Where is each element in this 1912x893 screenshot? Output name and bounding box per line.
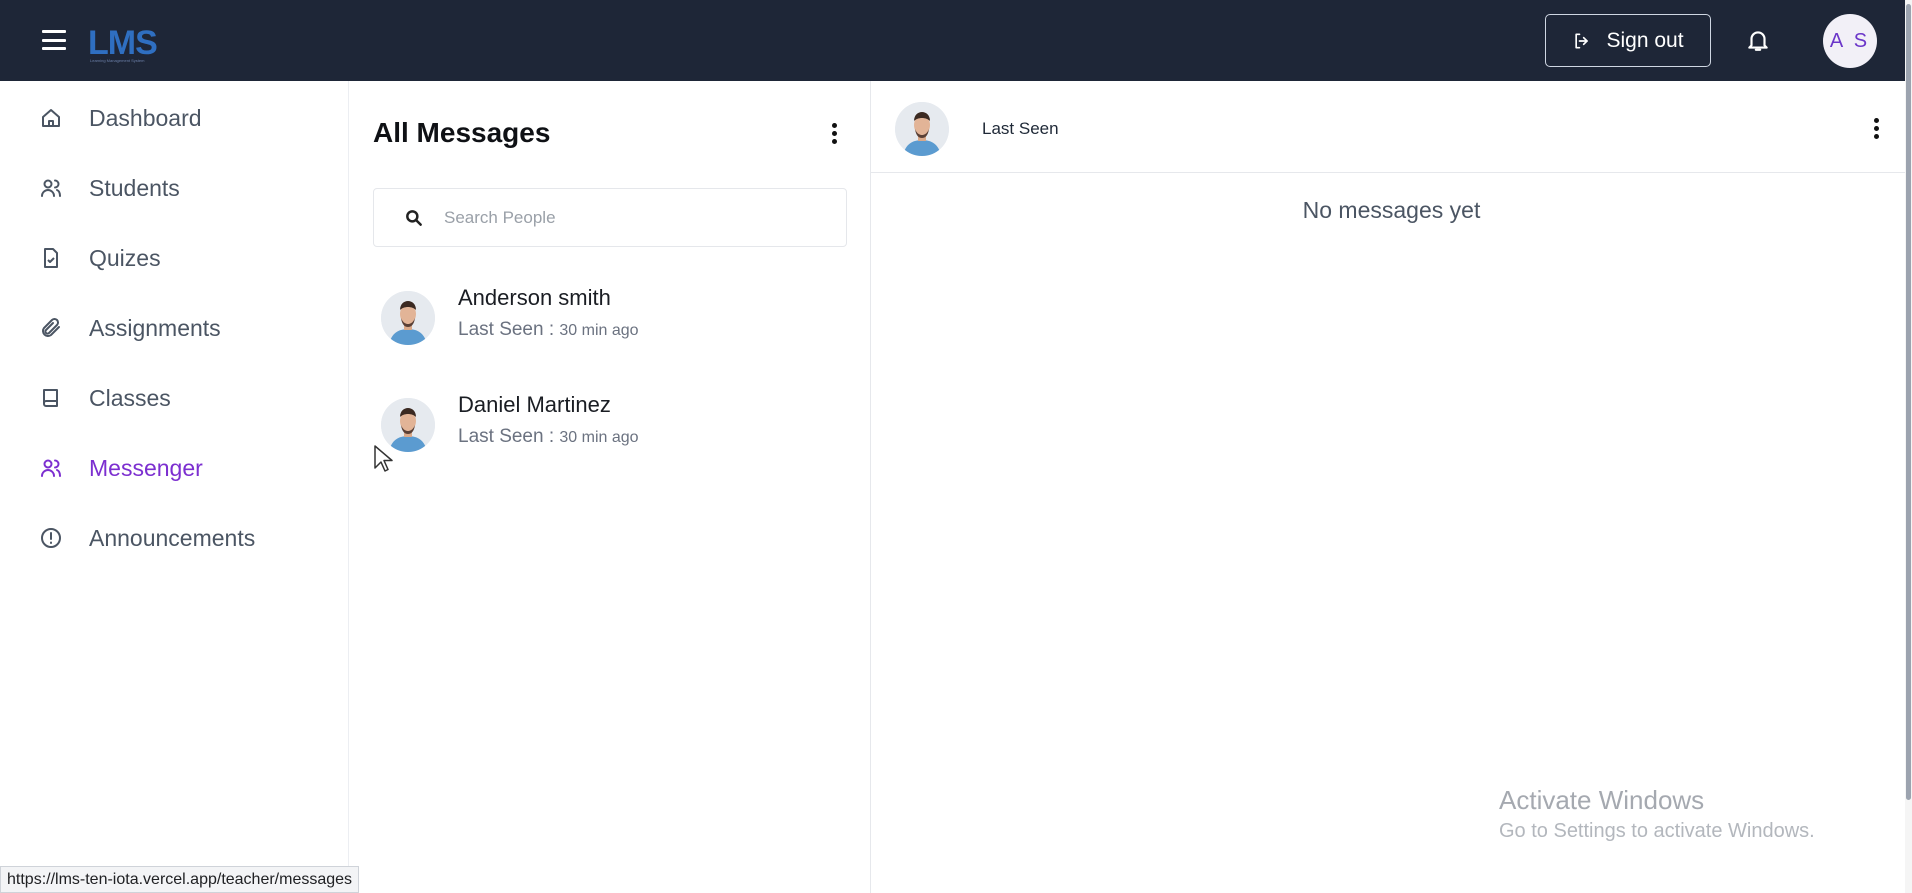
last-seen-time: 30 min ago (559, 322, 639, 339)
sign-out-button[interactable]: Sign out (1545, 14, 1711, 67)
lms-logo[interactable]: LMS Learning Management System (88, 18, 158, 63)
user-initials: A S (1829, 29, 1871, 52)
search-icon (406, 210, 422, 226)
sign-out-icon (1575, 33, 1589, 49)
contact-last-seen: Last Seen : 30 min ago (458, 319, 639, 341)
link-status-url: https://lms-ten-iota.vercel.app/teacher/… (0, 866, 360, 893)
contact-name: Anderson smith (458, 285, 611, 310)
last-seen-time: 30 min ago (559, 429, 639, 446)
chat-last-seen: Last Seen (982, 119, 1059, 138)
empty-state-text: No messages yet (1302, 197, 1481, 223)
sidebar-item-dashboard[interactable]: Dashboard (0, 93, 349, 143)
scrollbar-thumb[interactable] (1906, 4, 1911, 800)
chat-panel: Last Seen No messages yet (871, 81, 1912, 893)
sidebar-item-messenger[interactable]: Messenger (0, 443, 349, 493)
chat-contact-avatar[interactable] (895, 102, 949, 156)
sign-out-label: Sign out (1606, 28, 1684, 52)
sidebar-item-label: Students (89, 174, 180, 201)
sidebar: Dashboard Students Quizes Assignments Cl… (0, 81, 349, 893)
page-title: All Messages (373, 117, 551, 148)
book-icon (43, 389, 58, 407)
top-navbar: LMS Learning Management System Sign out … (0, 0, 1912, 81)
sidebar-item-students[interactable]: Students (0, 163, 349, 213)
last-seen-label: Last Seen : (458, 426, 560, 447)
hamburger-menu-icon[interactable] (42, 30, 66, 50)
messages-list-panel: All Messages Anderson smith Last Seen : … (349, 81, 871, 893)
user-avatar[interactable]: A S (1823, 14, 1877, 68)
document-icon (44, 248, 58, 268)
sidebar-item-label: Messenger (89, 454, 203, 481)
bell-icon[interactable] (1745, 26, 1771, 54)
contact-avatar (381, 291, 435, 345)
users-icon (41, 459, 61, 477)
sidebar-item-assignments[interactable]: Assignments (0, 303, 349, 353)
last-seen-label: Last Seen : (458, 319, 560, 340)
activate-windows-subtitle: Go to Settings to activate Windows. (1499, 820, 1815, 842)
sidebar-item-label: Classes (89, 384, 171, 411)
users-icon (41, 179, 61, 197)
paperclip-icon (42, 317, 60, 337)
alert-circle-icon (41, 528, 61, 548)
search-box (373, 188, 847, 247)
home-icon (42, 109, 60, 127)
logo-subtitle: Learning Management System (90, 58, 145, 63)
chat-header: Last Seen (871, 81, 1912, 173)
sidebar-item-announcements[interactable]: Announcements (0, 513, 349, 563)
sidebar-item-label: Quizes (89, 244, 161, 271)
sidebar-item-label: Announcements (89, 524, 256, 551)
activate-windows-title: Activate Windows (1499, 785, 1705, 815)
contact-list-item[interactable]: Anderson smith Last Seen : 30 min ago (373, 277, 847, 357)
contact-list-item[interactable]: Daniel Martinez Last Seen : 30 min ago (373, 384, 847, 464)
sidebar-item-label: Assignments (89, 314, 221, 341)
sidebar-item-quizes[interactable]: Quizes (0, 233, 349, 283)
mouse-cursor-icon (374, 445, 393, 472)
sidebar-item-label: Dashboard (89, 104, 202, 131)
more-vertical-icon[interactable] (1871, 118, 1881, 142)
contact-last-seen: Last Seen : 30 min ago (458, 426, 639, 448)
search-input[interactable] (444, 199, 824, 237)
contact-name: Daniel Martinez (458, 392, 611, 417)
sidebar-item-classes[interactable]: Classes (0, 373, 349, 423)
more-vertical-icon[interactable] (829, 123, 839, 147)
